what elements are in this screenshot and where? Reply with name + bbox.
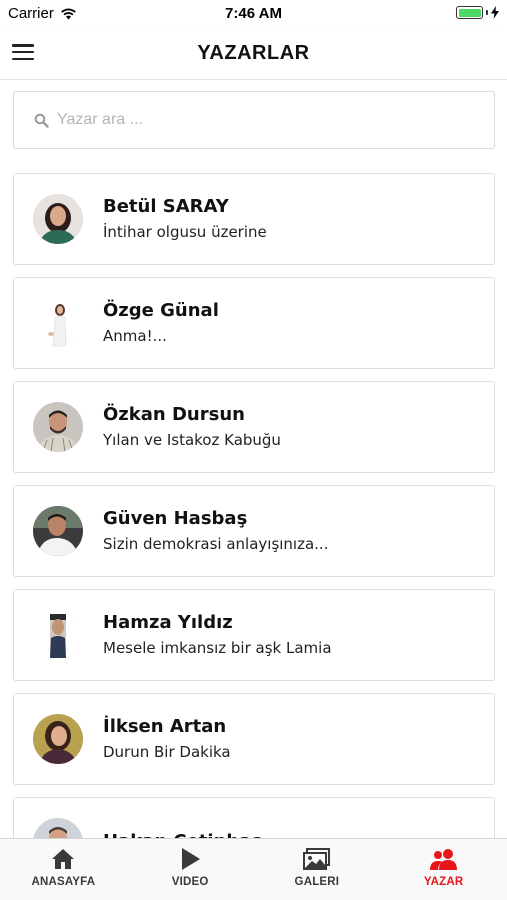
battery-icon bbox=[456, 6, 483, 19]
author-avatar bbox=[33, 298, 83, 348]
author-name: Betül SARAY bbox=[103, 196, 229, 217]
author-card-guven-hasbas[interactable]: Güven Hasbaş Sizin demokrasi anlayışınız… bbox=[13, 485, 495, 577]
play-icon bbox=[182, 848, 201, 870]
author-name: Hamza Yıldız bbox=[103, 612, 233, 633]
page-title: YAZARLAR bbox=[197, 42, 310, 64]
tab-anasayfa[interactable]: ANASAYFA bbox=[0, 839, 127, 900]
author-article-title: İntihar olgusu üzerine bbox=[103, 223, 267, 241]
author-avatar bbox=[33, 402, 83, 452]
tab-label: YAZAR bbox=[423, 876, 464, 888]
tab-label: VIDEO bbox=[171, 876, 209, 888]
author-card-hamza-yildiz[interactable]: Hamza Yıldız Mesele imkansız bir aşk Lam… bbox=[13, 589, 495, 681]
author-avatar bbox=[33, 194, 83, 244]
search-box[interactable] bbox=[13, 91, 495, 149]
author-avatar bbox=[33, 714, 83, 764]
author-card-ozkan-dursun[interactable]: Özkan Dursun Yılan ve Istakoz Kabuğu bbox=[13, 381, 495, 473]
author-avatar bbox=[33, 818, 83, 838]
battery-indicator bbox=[456, 6, 499, 19]
tab-label: GALERI bbox=[294, 876, 340, 888]
status-bar: Carrier 7:46 AM bbox=[0, 0, 507, 28]
author-name: Güven Hasbaş bbox=[103, 508, 248, 529]
home-icon bbox=[52, 849, 75, 869]
author-card-ozge-gunal[interactable]: Özge Günal Anma!... bbox=[13, 277, 495, 369]
battery-fill bbox=[458, 8, 481, 17]
author-name: İlksen Artan bbox=[103, 716, 227, 737]
author-name: Hakan Çetinbaş bbox=[103, 830, 262, 838]
bottom-tab-bar: ANASAYFA VIDEO GALERI YAZAR bbox=[0, 838, 507, 900]
author-avatar bbox=[33, 610, 83, 660]
author-article-title: Yılan ve Istakoz Kabuğu bbox=[103, 431, 281, 449]
author-card-ilksen-artan[interactable]: İlksen Artan Durun Bir Dakika bbox=[13, 693, 495, 785]
charging-bolt-icon bbox=[491, 6, 499, 19]
author-avatar bbox=[33, 506, 83, 556]
tab-label: ANASAYFA bbox=[31, 876, 96, 888]
author-card-hakan-cetinbas[interactable]: Hakan Çetinbaş bbox=[13, 797, 495, 838]
tab-galeri[interactable]: GALERI bbox=[254, 839, 381, 900]
status-time: 7:46 AM bbox=[225, 5, 282, 22]
author-card-betul-saray[interactable]: Betül SARAY İntihar olgusu üzerine bbox=[13, 173, 495, 265]
authors-icon bbox=[429, 849, 457, 870]
search-icon bbox=[34, 113, 49, 128]
search-input[interactable] bbox=[57, 111, 457, 129]
author-article-title: Durun Bir Dakika bbox=[103, 743, 231, 761]
nav-bar: YAZARLAR bbox=[0, 28, 507, 80]
authors-list-view[interactable]: Betül SARAY İntihar olgusu üzerine Özge … bbox=[0, 80, 507, 838]
author-article-title: Sizin demokrasi anlayışınıza... bbox=[103, 535, 329, 553]
tab-video[interactable]: VIDEO bbox=[127, 839, 254, 900]
author-name: Özkan Dursun bbox=[103, 404, 245, 425]
author-article-title: Anma!... bbox=[103, 327, 167, 345]
author-name: Özge Günal bbox=[103, 300, 219, 321]
gallery-icon bbox=[302, 848, 330, 870]
author-article-title: Mesele imkansız bir aşk Lamia bbox=[103, 639, 332, 657]
tab-yazar[interactable]: YAZAR bbox=[380, 839, 507, 900]
